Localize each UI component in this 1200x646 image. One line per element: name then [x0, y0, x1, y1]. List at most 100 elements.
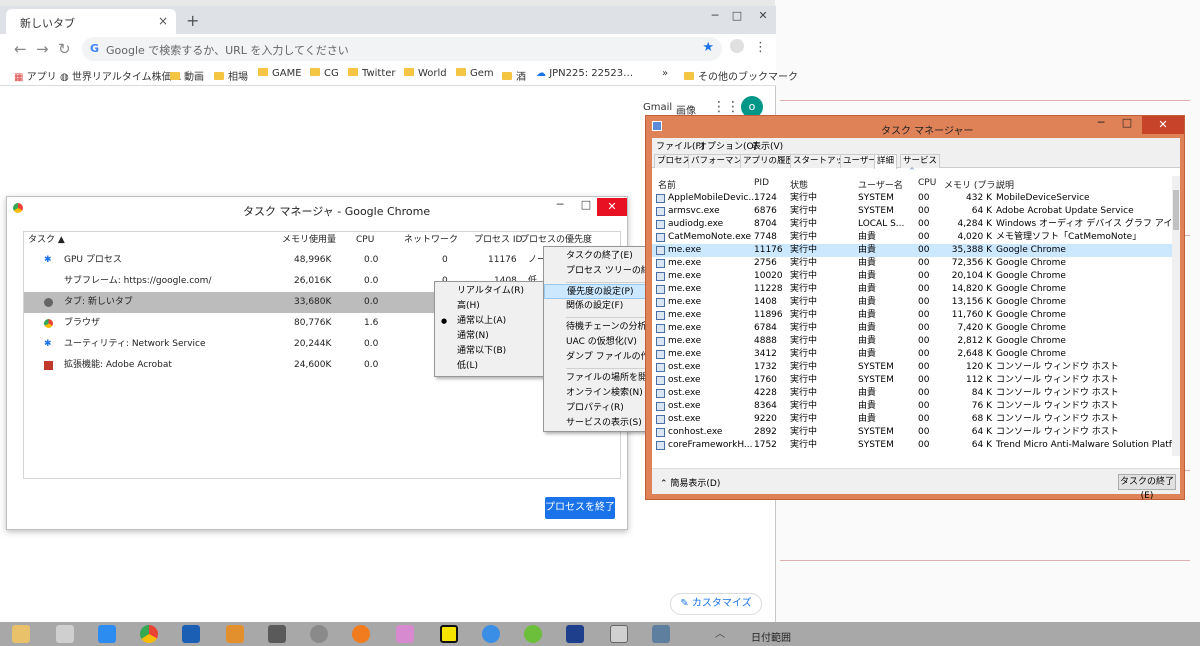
new-tab-button[interactable]: + — [186, 11, 199, 30]
app-icon[interactable] — [310, 625, 328, 643]
media-icon[interactable] — [226, 625, 244, 643]
col-memory[interactable]: メモリ (プラ... — [944, 178, 1004, 191]
col-pid[interactable]: PID — [754, 178, 769, 188]
table-row[interactable]: me.exe 4888 実行中 由貴 00 2,812 K Google Chrome — [652, 335, 1172, 348]
firefox-icon[interactable] — [352, 625, 370, 643]
col-pid[interactable]: プロセス ID — [474, 232, 522, 248]
end-process-button[interactable]: プロセスを終了 — [545, 497, 615, 519]
table-row[interactable]: me.exe 11896 実行中 由貴 00 11,760 K Google Chrome — [652, 309, 1172, 322]
sort-caret-icon: ^ — [909, 167, 915, 175]
wtm-scroll-thumb[interactable] — [1173, 190, 1179, 230]
bookmark-folder[interactable]: World — [404, 68, 447, 79]
priority-above-normal[interactable]: 通常以上(A) — [435, 314, 543, 329]
table-row[interactable]: me.exe 11228 実行中 由貴 00 14,820 K Google Chrome — [652, 283, 1172, 296]
col-status[interactable]: 状態 — [790, 178, 808, 191]
tab-close-icon[interactable]: × — [158, 14, 168, 28]
tray-chevron-icon[interactable]: ︿ — [715, 625, 725, 640]
app-icon[interactable] — [396, 625, 414, 643]
outlook-icon[interactable] — [182, 625, 200, 643]
bookmark-folder[interactable]: 相場 — [214, 68, 248, 83]
end-task-button[interactable]: タスクの終了(E) — [1118, 474, 1176, 501]
col-memory[interactable]: メモリ使用量 — [282, 232, 336, 248]
app-icon[interactable] — [566, 625, 584, 643]
bookmark-item[interactable]: ☁ JPN225: 22523… — [536, 68, 633, 79]
cell-status: 実行中 — [790, 375, 818, 385]
table-row[interactable]: me.exe 10020 実行中 由貴 00 20,104 K Google Chrome — [652, 270, 1172, 283]
table-row[interactable]: ost.exe 1760 実行中 SYSTEM 00 112 K コンソール ウィンドウ ホ… — [652, 374, 1172, 387]
bookmark-folder[interactable]: Gem — [456, 68, 494, 79]
menu-file[interactable]: ファイル(F) — [656, 139, 704, 152]
forward-icon[interactable]: → — [36, 40, 49, 58]
col-network[interactable]: ネットワーク — [404, 232, 458, 248]
tab-services[interactable]: サービス — [900, 154, 941, 168]
task-manager-icon[interactable] — [610, 625, 628, 643]
menu-view[interactable]: 表示(V) — [752, 139, 783, 152]
cell-name: me.exe — [668, 336, 702, 346]
close-button[interactable]: ✕ — [748, 9, 778, 27]
bookmarks-more[interactable]: » — [662, 68, 668, 79]
table-row[interactable]: AppleMobileDevic... 1724 実行中 SYSTEM 00 432 K M… — [652, 192, 1172, 205]
menu-options[interactable]: オプション(O) — [698, 139, 757, 152]
app-icon[interactable] — [56, 625, 74, 643]
col-cpu[interactable]: CPU — [356, 232, 374, 248]
table-row[interactable]: coreFrameworkH... 1752 実行中 SYSTEM 00 64 K Tren… — [652, 439, 1180, 452]
priority-high[interactable]: 高(H) — [435, 299, 543, 314]
table-row[interactable]: ost.exe 8364 実行中 由貴 00 76 K コンソール ウィンドウ ホスト — [652, 400, 1172, 413]
chrome-icon[interactable] — [140, 625, 158, 643]
priority-below-normal[interactable]: 通常以下(B) — [435, 344, 543, 359]
table-row[interactable]: ✱ GPU プロセス 48,996K 0.0 0 11176 ノーマ — [24, 250, 620, 271]
bookmark-folder[interactable]: GAME — [258, 68, 302, 79]
table-row[interactable]: me.exe 1408 実行中 由貴 00 13,156 K Google Chrome — [652, 296, 1172, 309]
bookmark-apps[interactable]: ▦ アプリ — [14, 68, 57, 83]
table-row[interactable]: ost.exe 4228 実行中 由貴 00 84 K コンソール ウィンドウ ホスト — [652, 387, 1172, 400]
col-cpu[interactable]: CPU — [918, 178, 936, 188]
priority-low[interactable]: 低(L) — [435, 359, 543, 374]
table-row[interactable]: audiodg.exe 8704 実行中 LOCAL S... 00 4,284 K Win… — [652, 218, 1180, 231]
table-row[interactable]: armsvc.exe 6876 実行中 SYSTEM 00 64 K Adobe Acrob… — [652, 205, 1172, 218]
table-row[interactable]: me.exe 2756 実行中 由貴 00 72,356 K Google Chrome — [652, 257, 1172, 270]
extension-icon[interactable] — [730, 39, 744, 53]
table-row[interactable]: CatMemoNote.exe 7748 実行中 由貴 00 4,020 K メモ管理ソフト… — [652, 231, 1172, 244]
priority-realtime[interactable]: リアルタイム(R) — [435, 284, 543, 299]
cell-pid: 9220 — [754, 414, 777, 424]
app-icon[interactable] — [268, 625, 286, 643]
wtm-maximize-button[interactable]: □ — [1112, 116, 1142, 134]
col-task[interactable]: タスク ▲ — [28, 232, 65, 248]
priority-normal[interactable]: 通常(N) — [435, 329, 543, 344]
cloud-icon[interactable] — [482, 625, 500, 643]
col-user[interactable]: ユーザー名 — [858, 178, 903, 191]
tab-new-tab[interactable]: 新しいタブ × — [6, 9, 176, 34]
col-name[interactable]: 名前 — [658, 178, 676, 191]
table-row[interactable]: me.exe 6784 実行中 由貴 00 7,420 K Google Chrome — [652, 322, 1172, 335]
skype-icon[interactable] — [98, 625, 116, 643]
tab-app-history[interactable]: アプリの履歴 — [740, 154, 798, 168]
ctm-close-button[interactable]: ✕ — [597, 198, 627, 216]
gmail-link[interactable]: Gmail — [643, 102, 672, 113]
bookmark-item[interactable]: ◍ 世界リアルタイム株価… — [60, 68, 182, 83]
customize-button[interactable]: ✎ カスタマイズ — [670, 593, 762, 615]
bookmark-folder[interactable]: Twitter — [348, 68, 396, 79]
bookmark-folder[interactable]: 動画 — [170, 68, 204, 83]
fewer-details-link[interactable]: ⌃ 簡易表示(D) — [660, 476, 720, 489]
menu-kebab-icon[interactable]: ⋮ — [754, 40, 767, 55]
back-icon[interactable]: ← — [14, 40, 27, 58]
app-icon[interactable] — [524, 625, 542, 643]
explorer-icon[interactable] — [12, 625, 30, 643]
bookmark-star-icon[interactable]: ★ — [702, 40, 714, 55]
cell-name: me.exe — [668, 297, 702, 307]
other-bookmarks[interactable]: その他のブックマーク — [684, 68, 798, 83]
app-icon[interactable] — [440, 625, 458, 643]
table-row[interactable]: conhost.exe 2892 実行中 SYSTEM 00 64 K コンソール ウィンド… — [652, 426, 1172, 439]
col-description[interactable]: 説明 — [996, 178, 1014, 191]
tab-details[interactable]: 詳細 — [874, 154, 898, 169]
bookmark-folder[interactable]: 酒 — [502, 68, 526, 83]
wtm-close-button[interactable]: ✕ — [1142, 116, 1184, 134]
table-row-selected[interactable]: me.exe 11176 実行中 由貴 00 35,388 K Google Chrome — [652, 244, 1172, 257]
reload-icon[interactable]: ↻ — [58, 40, 71, 58]
app-icon[interactable] — [652, 625, 670, 643]
table-row[interactable]: ost.exe 9220 実行中 由貴 00 68 K コンソール ウィンドウ ホスト — [652, 413, 1172, 426]
table-row[interactable]: me.exe 3412 実行中 由貴 00 2,648 K Google Chrome — [652, 348, 1172, 361]
bookmark-folder[interactable]: CG — [310, 68, 339, 79]
omnibox[interactable]: G Google で検索するか、URL を入力してください ★ — [82, 37, 722, 61]
table-row[interactable]: ost.exe 1732 実行中 SYSTEM 00 120 K コンソール ウィンドウ ホ… — [652, 361, 1172, 374]
